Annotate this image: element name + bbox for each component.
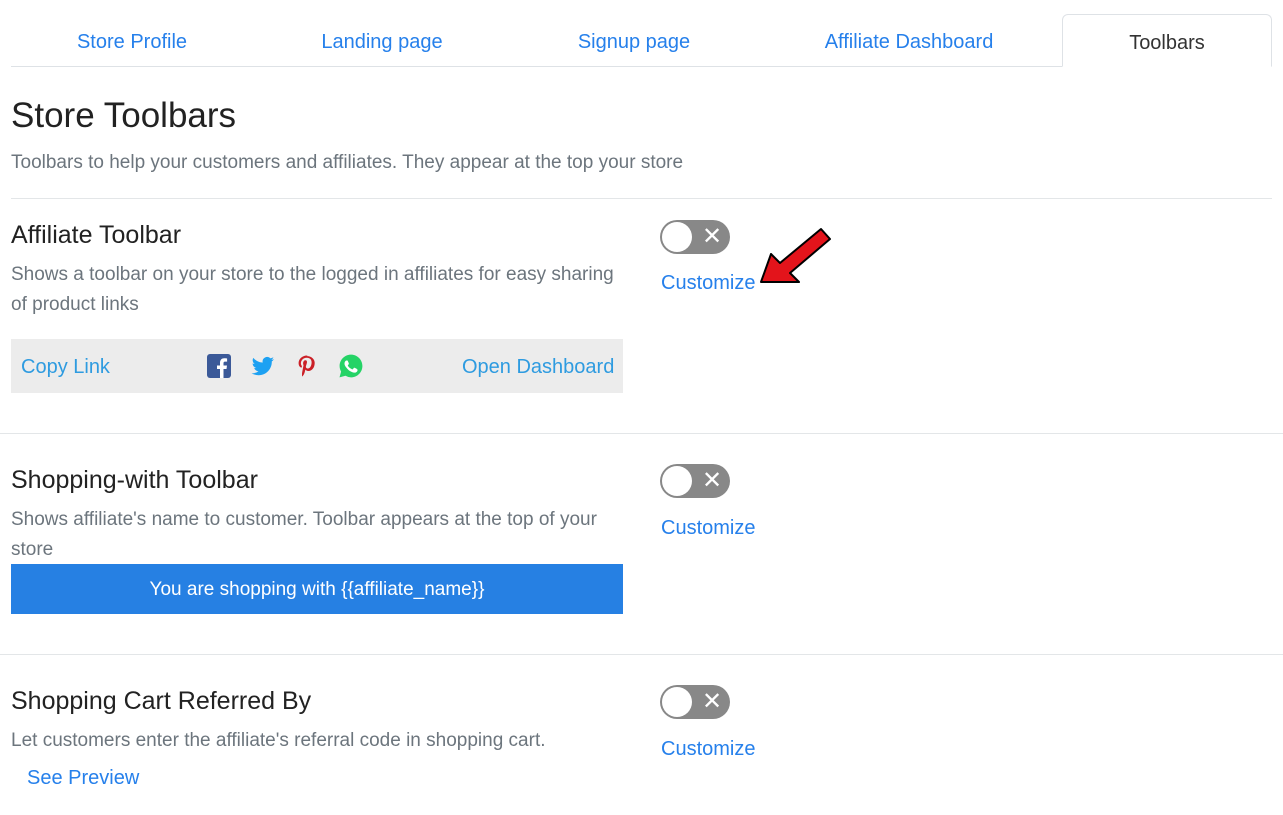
- close-icon: ✕: [701, 467, 723, 494]
- close-icon: ✕: [701, 688, 723, 715]
- twitter-icon[interactable]: [251, 354, 275, 378]
- shopping-with-toolbar-toggle[interactable]: ✕: [660, 464, 730, 498]
- shopping-cart-referred-by-description: Let customers enter the affiliate's refe…: [11, 730, 546, 751]
- tab-landing-page[interactable]: Landing page: [253, 14, 511, 66]
- see-preview-link[interactable]: See Preview: [27, 767, 139, 790]
- close-icon: ✕: [701, 223, 723, 250]
- nav-tabs: Store Profile Landing page Signup page A…: [11, 14, 1272, 67]
- annotation-arrow-icon: [760, 228, 831, 283]
- page-subtitle: Toolbars to help your customers and affi…: [11, 152, 684, 173]
- affiliate-toolbar-title: Affiliate Toolbar: [11, 221, 182, 249]
- affiliate-toolbar-description: Shows a toolbar on your store to the log…: [11, 264, 614, 315]
- shopping-with-toolbar-description: Shows affiliate's name to customer. Tool…: [11, 509, 597, 560]
- page-title: Store Toolbars: [11, 96, 237, 135]
- toggle-knob: [662, 466, 692, 496]
- affiliate-toolbar-customize-link[interactable]: Customize: [661, 272, 755, 295]
- shopping-cart-referred-by-customize-link[interactable]: Customize: [661, 738, 755, 761]
- shopping-cart-referred-by-title: Shopping Cart Referred By: [11, 687, 312, 715]
- tab-signup-page[interactable]: Signup page: [511, 14, 757, 66]
- copy-link-button[interactable]: Copy Link: [21, 339, 110, 395]
- shopping-with-toolbar-preview: You are shopping with {{affiliate_name}}: [11, 564, 623, 614]
- tab-store-profile[interactable]: Store Profile: [11, 14, 253, 66]
- pinterest-icon[interactable]: [295, 354, 319, 378]
- facebook-icon[interactable]: [207, 354, 231, 378]
- whatsapp-icon[interactable]: [339, 354, 363, 378]
- tab-affiliate-dashboard[interactable]: Affiliate Dashboard: [757, 14, 1061, 66]
- shopping-with-toolbar-title: Shopping-with Toolbar: [11, 466, 258, 494]
- divider: [0, 433, 1283, 434]
- affiliate-toolbar-preview: Copy Link Open Dashboard: [11, 339, 623, 393]
- toggle-knob: [662, 222, 692, 252]
- divider: [0, 654, 1283, 655]
- affiliate-toolbar-toggle[interactable]: ✕: [660, 220, 730, 254]
- tab-toolbars[interactable]: Toolbars: [1062, 14, 1272, 67]
- toggle-knob: [662, 687, 692, 717]
- shopping-with-toolbar-customize-link[interactable]: Customize: [661, 517, 755, 540]
- open-dashboard-button[interactable]: Open Dashboard: [462, 339, 614, 395]
- divider: [11, 198, 1272, 199]
- shopping-cart-referred-by-toggle[interactable]: ✕: [660, 685, 730, 719]
